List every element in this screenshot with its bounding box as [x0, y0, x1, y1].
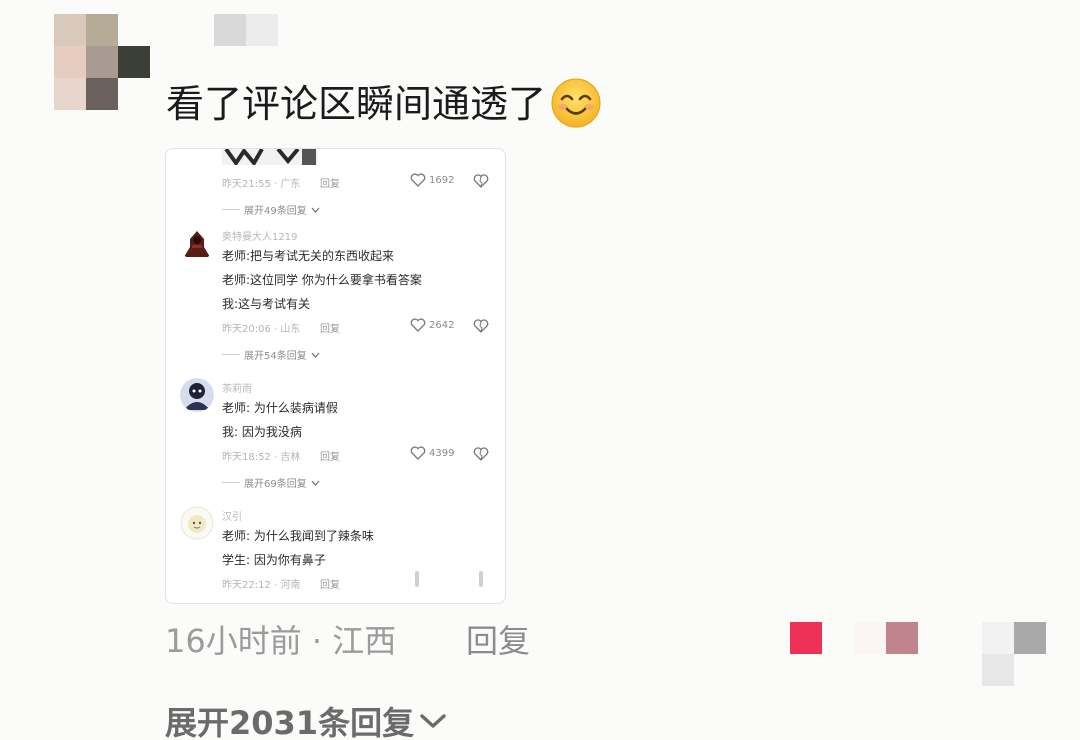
broken-heart-icon[interactable]	[473, 318, 489, 334]
reply-link[interactable]: 回复	[320, 175, 340, 190]
comment-line: 老师:把与考试无关的东西收起来	[222, 249, 395, 263]
dislike-button-redacted[interactable]	[982, 622, 1046, 686]
comment-body: 看了评论区瞬间通透了	[166, 78, 602, 133]
username-redacted[interactable]	[214, 14, 278, 46]
comment-line: 老师:这位同学 你为什么要拿书看答案	[222, 273, 422, 287]
user-avatar[interactable]	[180, 506, 214, 540]
avatar[interactable]	[54, 14, 150, 110]
comment-line: 学生: 因为你有鼻子	[222, 553, 326, 567]
username[interactable]: 茶莉雨	[222, 380, 252, 395]
reply-button[interactable]: 回复	[466, 616, 530, 662]
like-count: 2642	[429, 319, 455, 331]
username[interactable]: 奥特曼大人1219	[222, 228, 297, 243]
expand-label: 展开49条回复	[244, 206, 307, 217]
broken-heart-icon[interactable]	[473, 173, 489, 189]
comment-text: 看了评论区瞬间通透了	[166, 82, 547, 126]
expand-replies-link[interactable]: 展开54条回复	[222, 347, 320, 362]
comment-line: 我: 因为我没病	[222, 425, 302, 439]
expand-replies-button[interactable]: 展开2031条回复	[165, 698, 448, 740]
user-avatar[interactable]	[180, 227, 214, 261]
heart-icon	[410, 446, 426, 460]
comment-meta: 昨天20:06 · 山东	[222, 324, 301, 335]
user-avatar[interactable]	[180, 378, 214, 412]
chevron-down-icon	[420, 714, 446, 728]
comment-meta: 昨天21:55 · 广东	[222, 179, 301, 190]
like-button[interactable]: 4399	[410, 446, 454, 460]
comment-line: 我:这与考试有关	[222, 297, 311, 311]
reply-link[interactable]: 回复	[320, 576, 340, 591]
like-button[interactable]: 2642	[410, 318, 454, 332]
like-button-redacted[interactable]	[790, 622, 920, 654]
username[interactable]: 汉引	[222, 508, 242, 523]
like-count: 4399	[429, 447, 455, 459]
chevron-down-icon	[311, 207, 320, 213]
comment-meta: 昨天22:12 · 河南	[222, 580, 301, 591]
smiling-face-icon	[551, 78, 601, 127]
cropped-image-fragment	[222, 149, 318, 165]
reply-link[interactable]: 回复	[320, 448, 340, 463]
expand-replies-link[interactable]: 展开49条回复	[222, 202, 320, 217]
expand-label: 展开54条回复	[244, 351, 307, 362]
comment-time-location: 16小时前 · 江西	[165, 622, 397, 660]
expand-label: 展开69条回复	[244, 479, 307, 490]
scroll-indicator	[479, 571, 483, 587]
comment-line: 老师: 为什么装病请假	[222, 401, 338, 415]
reply-link[interactable]: 回复	[320, 320, 340, 335]
heart-icon	[410, 318, 426, 332]
heart-icon	[410, 173, 426, 187]
expand-replies-label: 展开2031条回复	[165, 704, 415, 740]
comment-line: 老师: 为什么我闻到了辣条味	[222, 529, 374, 543]
comment-page: 看了评论区瞬间通透了 昨天21:55 · 广东 回复 1692 展开49条回复 …	[0, 0, 1080, 740]
comment-screenshot-image[interactable]: 昨天21:55 · 广东 回复 1692 展开49条回复 奥特曼大人1219 老…	[165, 148, 506, 604]
comment-meta: 昨天18:52 · 吉林	[222, 452, 301, 463]
like-count: 1692	[429, 174, 455, 186]
chevron-down-icon	[311, 480, 320, 486]
scroll-indicator	[415, 571, 419, 587]
chevron-down-icon	[311, 352, 320, 358]
broken-heart-icon[interactable]	[473, 446, 489, 462]
expand-replies-link[interactable]: 展开69条回复	[222, 475, 320, 490]
like-button[interactable]: 1692	[410, 173, 454, 187]
